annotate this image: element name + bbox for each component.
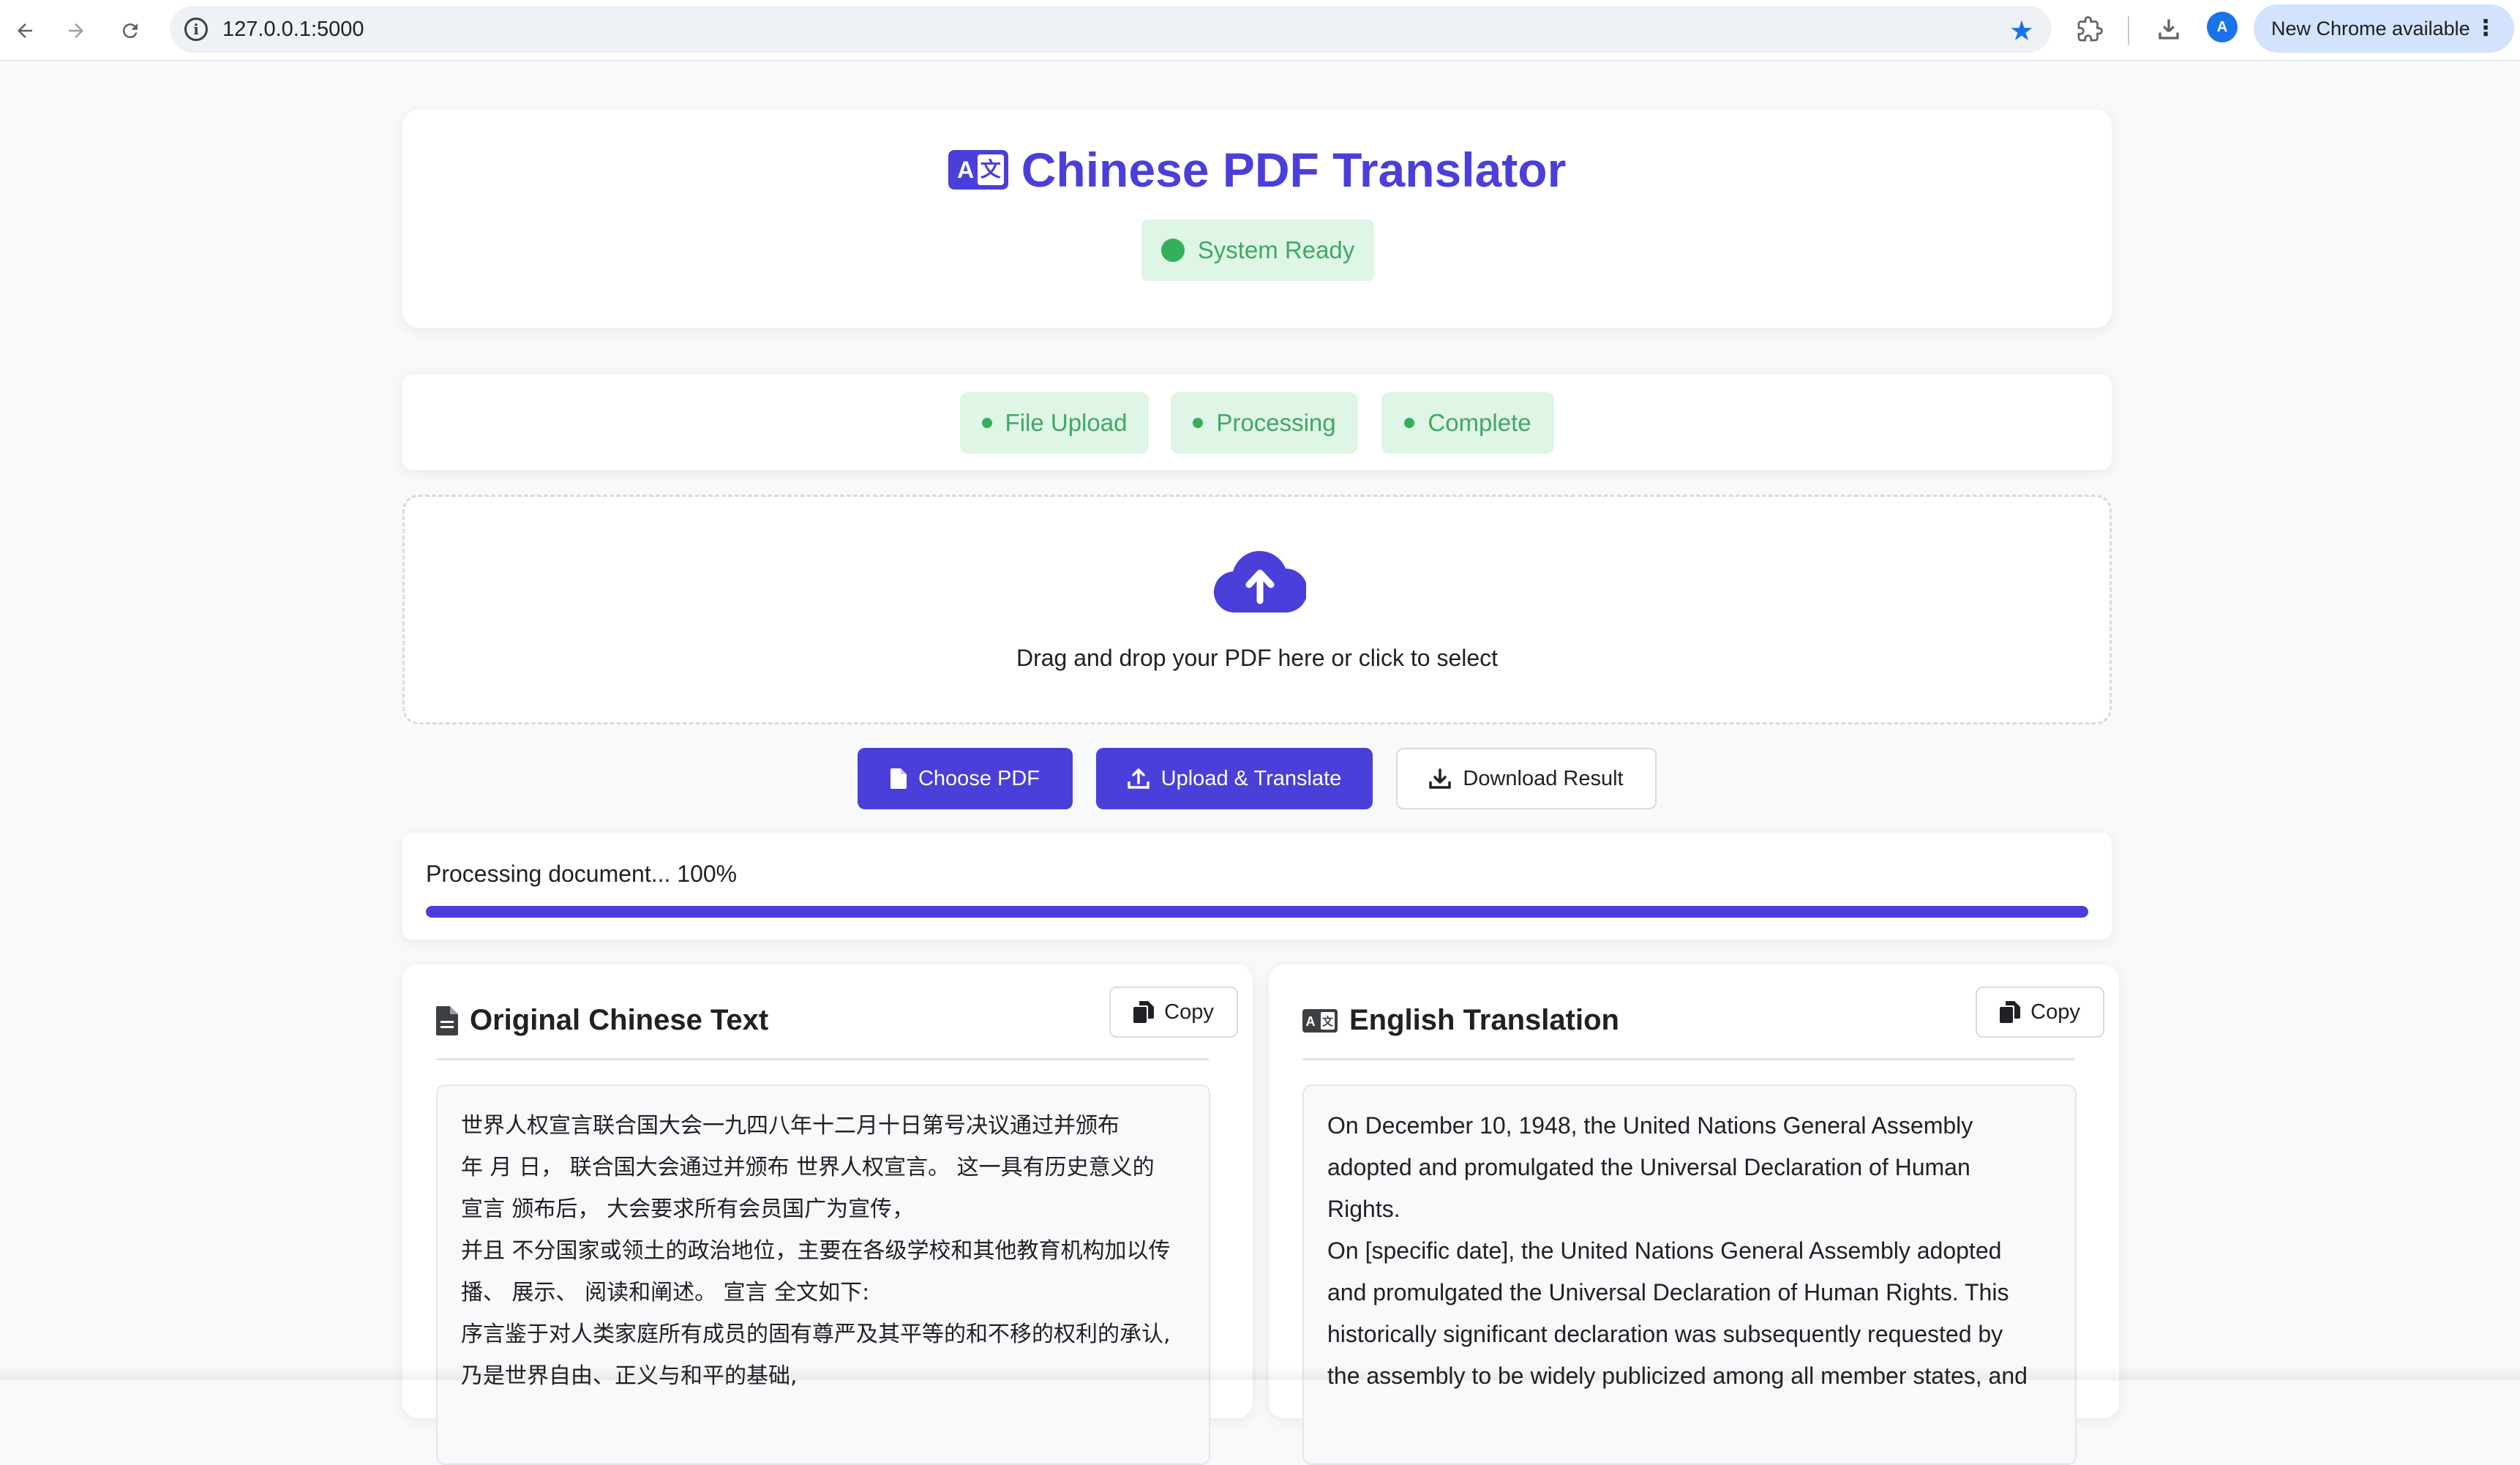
upload-translate-button[interactable]: Upload & Translate [1096, 748, 1373, 809]
progress-steps: File Upload Processing Complete [402, 375, 2112, 470]
upload-translate-label: Upload & Translate [1160, 766, 1342, 790]
step-processing: Processing [1171, 392, 1358, 454]
text-line: 播、 展示、 阅读和阐述。 宣言 全文如下: [461, 1280, 870, 1305]
chrome-update-button[interactable]: New Chrome available ⋮ [2254, 4, 2514, 53]
reload-button[interactable] [113, 13, 148, 48]
choose-pdf-button[interactable]: Choose PDF [858, 748, 1073, 809]
progress-card: Processing document... 100% [402, 833, 2112, 940]
step-label: File Upload [1005, 409, 1128, 436]
toolbar-divider [2128, 16, 2129, 45]
text-line: historically significant declaration was… [1327, 1321, 2003, 1347]
download-icon [1429, 768, 1452, 789]
progress-bar [426, 906, 2088, 918]
status-dot-icon [1160, 239, 1185, 262]
arrow-left-icon [18, 23, 32, 38]
puzzle-icon[interactable] [2071, 10, 2109, 48]
url-text[interactable]: 127.0.0.1:5000 [222, 18, 364, 42]
text-line: 宣言 颁布后， 大会要求所有会员国广为宣传， [461, 1196, 915, 1222]
step-dot-icon [1404, 418, 1415, 428]
copy-label: Copy [1164, 1000, 1214, 1024]
progress-label: Processing document... 100% [426, 861, 738, 887]
text-line: 世界人权宣言联合国大会一九四八年十二月十日第号决议通过并颁布 [461, 1113, 1120, 1139]
panel-title: A文 English Translation [1302, 1004, 1619, 1037]
status-badge: System Ready [1141, 220, 1374, 281]
choose-pdf-label: Choose PDF [918, 766, 1040, 790]
address-bar[interactable]: i 127.0.0.1:5000 ★ [170, 6, 2052, 53]
copy-original-button[interactable]: Copy [1109, 986, 1238, 1038]
copy-label: Copy [2030, 1000, 2080, 1024]
panel-divider [436, 1058, 1209, 1060]
svg-text:A: A [1306, 1014, 1316, 1029]
download-result-label: Download Result [1463, 766, 1624, 790]
page-title: A 文 Chinese PDF Translator [402, 142, 2112, 198]
copy-icon [2000, 1001, 2021, 1023]
drop-zone-prompt: Drag and drop your PDF here or click to … [1016, 645, 1499, 671]
step-label: Processing [1216, 409, 1336, 436]
copy-icon [1133, 1001, 1155, 1023]
avatar[interactable]: A [2207, 12, 2238, 42]
translation-text-box[interactable]: On December 10, 1948, the United Nations… [1302, 1084, 2077, 1465]
upload-icon [1127, 768, 1150, 789]
original-text-box[interactable]: 世界人权宣言联合国大会一九四八年十二月十日第号决议通过并颁布 年 月 日， 联合… [436, 1084, 1210, 1465]
step-complete: Complete [1381, 392, 1554, 454]
text-line: and promulgated the Universal Declaratio… [1327, 1279, 2009, 1305]
translate-icon: A 文 [948, 150, 1008, 190]
download-icon[interactable] [2150, 10, 2188, 48]
document-icon [436, 1005, 458, 1035]
arrow-right-icon [69, 23, 83, 38]
header-card: A 文 Chinese PDF Translator System Ready [402, 110, 2112, 328]
step-dot-icon [1193, 418, 1204, 428]
info-icon[interactable]: i [184, 18, 208, 41]
panel-title-text: English Translation [1349, 1004, 1619, 1036]
panel-title: Original Chinese Text [436, 1004, 768, 1037]
download-result-button[interactable]: Download Result [1396, 748, 1657, 809]
progress-bar-fill [426, 906, 2088, 918]
panel-title-text: Original Chinese Text [470, 1004, 769, 1036]
copy-translation-button[interactable]: Copy [1976, 986, 2104, 1038]
text-line: Rights. [1327, 1196, 1400, 1222]
page-title-text: Chinese PDF Translator [1021, 143, 1567, 197]
menu-icon[interactable]: ⋮ [2475, 4, 2497, 53]
translate-icon: A文 [1302, 1008, 1338, 1033]
forward-button[interactable] [59, 13, 94, 48]
text-line: 序言鉴于对人类家庭所有成员的固有尊严及其平等的和不移的权利的承认, [461, 1322, 1171, 1347]
browser-toolbar: i 127.0.0.1:5000 ★ A New Chrome availabl… [0, 0, 2520, 61]
cloud-upload-icon [1214, 550, 1306, 613]
star-icon[interactable]: ★ [2009, 15, 2034, 48]
panel-divider [1302, 1058, 2075, 1060]
window-bottom-edge [0, 1365, 2520, 1380]
translation-panel: A文 English Translation Copy On December … [1269, 964, 2119, 1465]
chrome-update-label: New Chrome available [2271, 18, 2470, 40]
pdf-drop-zone[interactable]: Drag and drop your PDF here or click to … [402, 495, 2112, 724]
text-line: On [specific date], the United Nations G… [1327, 1237, 2002, 1264]
status-text: System Ready [1197, 236, 1355, 263]
step-file-upload: File Upload [960, 392, 1149, 454]
step-label: Complete [1428, 409, 1531, 436]
reload-icon [122, 23, 138, 39]
text-line: adopted and promulgated the Universal De… [1327, 1154, 1970, 1180]
text-line: 年 月 日， 联合国大会通过并颁布 世界人权宣言。 这一具有历史意义的 [461, 1155, 1155, 1180]
step-dot-icon [981, 418, 992, 428]
back-button[interactable] [7, 13, 42, 48]
original-text-panel: Original Chinese Text Copy 世界人权宣言联合国大会一九… [402, 964, 1253, 1465]
file-pdf-icon [890, 768, 907, 789]
text-line: 并且 不分国家或领土的政治地位，主要在各级学校和其他教育机构加以传 [461, 1238, 1171, 1264]
svg-text:文: 文 [1322, 1015, 1334, 1028]
text-line: On December 10, 1948, the United Nations… [1327, 1112, 1973, 1139]
